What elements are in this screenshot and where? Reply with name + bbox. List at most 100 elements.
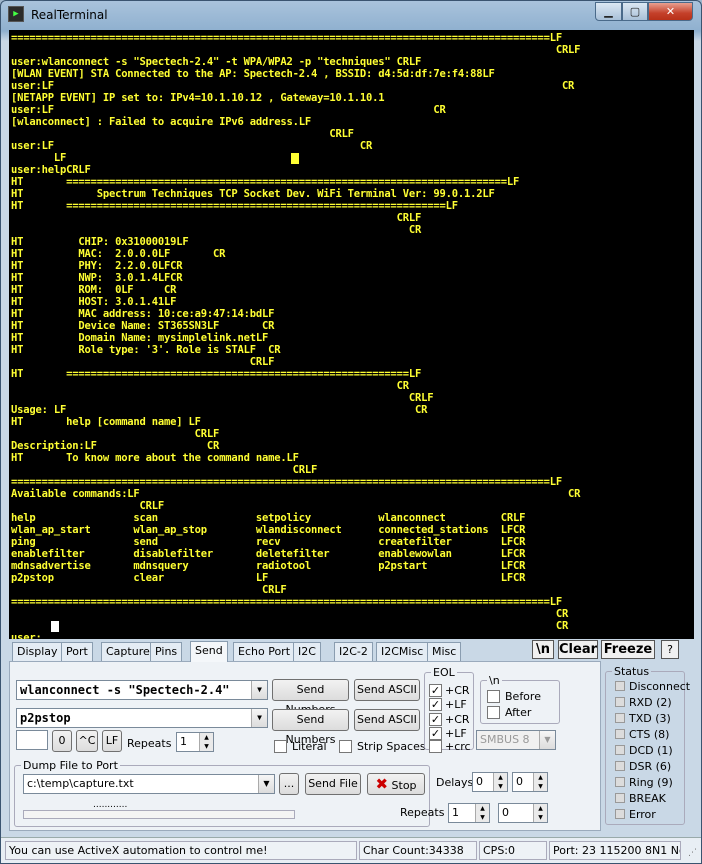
delay-1-value: 0 — [476, 775, 483, 788]
chevron-down-icon[interactable]: ▼ — [251, 709, 267, 727]
dcd-label: DCD (1) — [629, 744, 673, 757]
send-input-1-value: wlanconnect -s "Spectech-2.4" — [20, 683, 230, 697]
delay-spinner-2[interactable]: 0 ▲ ▼ — [512, 772, 548, 792]
after-checkbox[interactable] — [487, 706, 500, 719]
cts-label: CTS (8) — [629, 728, 670, 741]
chevron-down-icon[interactable]: ▼ — [539, 731, 555, 749]
freeze-button[interactable]: Freeze — [601, 640, 655, 659]
tab-display[interactable]: Display — [12, 642, 63, 661]
eol-lf-checkbox-1[interactable]: ✓ — [429, 698, 442, 711]
rxd-indicator — [615, 697, 625, 707]
dump-repeats-spinner-2[interactable]: 0 ▲ ▼ — [498, 803, 548, 823]
maximize-button[interactable]: ▢ — [622, 2, 648, 21]
smbus-select[interactable]: SMBUS 8 ▼ — [476, 730, 556, 750]
close-button[interactable]: ✕ — [648, 2, 693, 21]
strip-spaces-checkbox[interactable] — [339, 740, 352, 753]
error-indicator — [615, 809, 625, 819]
eol-cr-checkbox-2[interactable]: ✓ — [429, 713, 442, 726]
smbus-value: SMBUS 8 — [480, 733, 530, 746]
after-label: After — [505, 706, 532, 719]
title-bar[interactable]: ▶ RealTerminal ▁ ▢ ✕ — [1, 1, 701, 29]
browse-button[interactable]: ... — [279, 773, 299, 795]
app-icon: ▶ — [8, 6, 24, 22]
tab-i2cmisc[interactable]: I2CMisc — [376, 642, 429, 661]
delay-spinner-1[interactable]: 0 ▲ ▼ — [472, 772, 508, 792]
literal-checkbox[interactable] — [274, 740, 287, 753]
before-label: Before — [505, 690, 541, 703]
cps-readout: CPS:0 — [479, 841, 547, 860]
char-count: Char Count:34338 — [359, 841, 477, 860]
lf-button[interactable]: LF — [102, 730, 122, 752]
chevron-down-icon[interactable]: ▼ — [251, 681, 267, 699]
send-numbers-button-2[interactable]: Send Numbers — [272, 709, 349, 746]
chevron-down-icon[interactable]: ▼ — [258, 775, 274, 793]
newline-title: \n — [487, 674, 502, 687]
send-ascii-button-1[interactable]: Send ASCII — [354, 679, 420, 701]
spin-arrows-icon[interactable]: ▲ ▼ — [199, 733, 213, 751]
status-bar: You can use ActiveX automation to contro… — [1, 837, 701, 863]
newline-group: \n Before After — [480, 674, 560, 724]
send-input-1[interactable]: wlanconnect -s "Spectech-2.4" ▼ — [16, 680, 268, 700]
eol-title: EOL — [431, 666, 457, 679]
tab-send[interactable]: Send — [190, 641, 228, 662]
eol-label-5: +crc — [445, 740, 471, 753]
before-checkbox[interactable] — [487, 690, 500, 703]
eol-label-1: +CR — [445, 684, 470, 697]
progress-dots: ............ — [93, 800, 128, 810]
send-input-2-value: p2pstop — [20, 711, 71, 725]
ring-label: Ring (9) — [629, 776, 673, 789]
disconnect-label[interactable]: Disconnect — [629, 680, 690, 693]
ring-indicator — [615, 777, 625, 787]
eol-crc-checkbox[interactable] — [429, 740, 442, 753]
spin-arrows-icon[interactable]: ▲ ▼ — [475, 804, 489, 822]
tab-port[interactable]: Port — [61, 642, 93, 661]
port-info: Port: 23 115200 8N1 No — [549, 841, 681, 860]
status-title: Status — [612, 665, 652, 678]
eol-cr-checkbox-1[interactable]: ✓ — [429, 684, 442, 697]
spin-arrows-icon[interactable]: ▲ ▼ — [533, 773, 547, 791]
stop-label: Stop — [391, 779, 417, 792]
send-input-2[interactable]: p2pstop ▼ — [16, 708, 268, 728]
tab-pins[interactable]: Pins — [150, 642, 183, 661]
txd-indicator — [615, 713, 625, 723]
minimize-button[interactable]: ▁ — [595, 2, 622, 21]
help-button[interactable]: ? — [661, 640, 679, 659]
dump-file-path-value: c:\temp\capture.txt — [27, 777, 134, 790]
dsr-indicator — [615, 761, 625, 771]
tab-i2c-2[interactable]: I2C-2 — [334, 642, 373, 661]
send-file-button[interactable]: Send File — [305, 773, 361, 795]
tab-misc[interactable]: Misc — [427, 642, 462, 661]
repeats-label: Repeats — [127, 737, 172, 750]
stop-button[interactable]: ✖ Stop — [367, 773, 425, 795]
dcd-indicator — [615, 745, 625, 755]
dump-repeats-label: Repeats — [400, 806, 445, 819]
dump-repeats-spinner-1[interactable]: 1 ▲ ▼ — [448, 803, 490, 823]
stop-icon: ✖ — [375, 775, 389, 793]
window-title: RealTerminal — [31, 8, 108, 22]
repeats-spinner[interactable]: 1 ▲ ▼ — [176, 732, 214, 752]
cts-indicator — [615, 729, 625, 739]
error-label: Error — [629, 808, 656, 821]
number-input[interactable] — [16, 730, 48, 750]
tab-i2c[interactable]: I2C — [293, 642, 321, 661]
break-label[interactable]: BREAK — [629, 792, 666, 805]
dump-file-path[interactable]: c:\temp\capture.txt ▼ — [23, 774, 275, 794]
terminal-output[interactable]: ========================================… — [9, 30, 694, 639]
clear-button[interactable]: Clear — [558, 640, 598, 659]
dump-file-title: Dump File to Port — [21, 759, 120, 772]
zero-button[interactable]: 0 — [52, 730, 72, 752]
newline-toggle-button[interactable]: \n — [532, 640, 554, 659]
terminal-marker — [291, 153, 299, 164]
literal-label: Literal — [292, 740, 327, 753]
tab-capture[interactable]: Capture — [101, 642, 155, 661]
send-ascii-button-2[interactable]: Send ASCII — [354, 709, 420, 731]
spin-arrows-icon[interactable]: ▲ ▼ — [533, 804, 547, 822]
send-numbers-button-1[interactable]: Send Numbers — [272, 679, 349, 716]
spin-arrows-icon[interactable]: ▲ ▼ — [493, 773, 507, 791]
tab-echo-port[interactable]: Echo Port — [233, 642, 296, 661]
eol-group: EOL ✓ +CR ✓ +LF ✓ +CR ✓ +LF +crc — [424, 666, 474, 753]
eol-lf-checkbox-2[interactable]: ✓ — [429, 727, 442, 740]
ctrl-c-button[interactable]: ^C — [76, 730, 98, 752]
resize-grip-icon[interactable]: ⋰ — [688, 848, 697, 858]
dump-repeats-1-value: 1 — [452, 806, 459, 819]
